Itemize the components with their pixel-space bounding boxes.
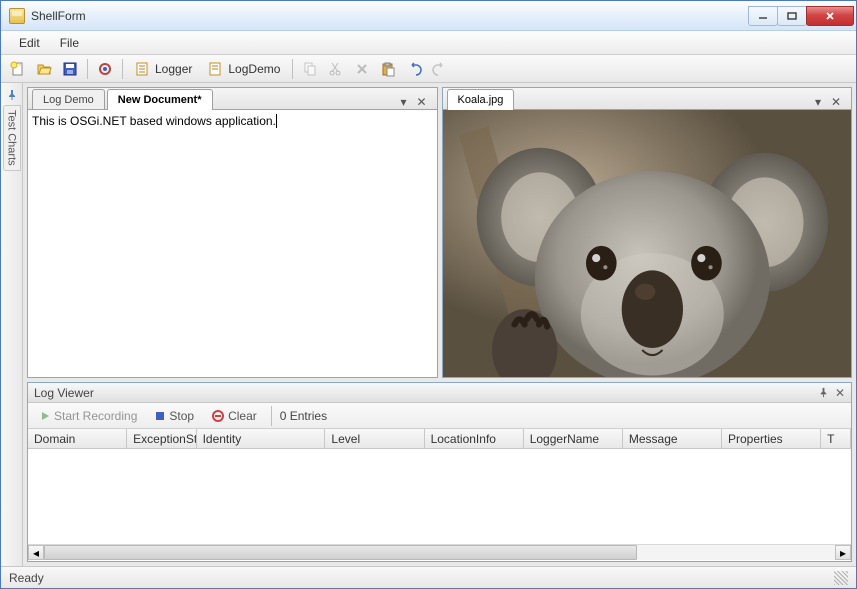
- document-row: Log Demo New Document* ▾ ✕ This is OSGi.…: [23, 83, 856, 382]
- stop-label: Stop: [169, 409, 194, 423]
- separator: [292, 59, 293, 79]
- logdemo-label: LogDemo: [228, 62, 280, 76]
- tab-koala[interactable]: Koala.jpg: [447, 89, 515, 110]
- clear-label: Clear: [228, 409, 257, 423]
- log-toolbar: Start Recording Stop Clear 0 Entries: [28, 403, 851, 429]
- editor-text: This is OSGi.NET based windows applicati…: [32, 114, 276, 128]
- logdemo-button[interactable]: LogDemo: [202, 58, 286, 80]
- test-charts-tab[interactable]: Test Charts: [3, 105, 21, 171]
- left-tab-strip: Log Demo New Document* ▾ ✕: [28, 88, 437, 110]
- log-close-icon[interactable]: ✕: [835, 386, 845, 400]
- tab-close-icon[interactable]: ✕: [415, 95, 429, 109]
- col-domain[interactable]: Domain: [28, 429, 127, 448]
- log-viewer-panel: Log Viewer ✕ Start Recording Stop Clear …: [27, 382, 852, 562]
- separator: [87, 59, 88, 79]
- log-grid[interactable]: Domain ExceptionString Identity Level Lo…: [28, 429, 851, 561]
- close-button[interactable]: [806, 6, 854, 26]
- new-file-button[interactable]: [7, 58, 29, 80]
- separator: [122, 59, 123, 79]
- status-text: Ready: [9, 571, 44, 585]
- logger-button[interactable]: Logger: [129, 58, 198, 80]
- right-document-pane: Koala.jpg ▾ ✕: [442, 87, 853, 378]
- scroll-left-icon[interactable]: ◂: [28, 545, 44, 560]
- tab-dropdown-icon[interactable]: ▾: [397, 95, 411, 109]
- col-level[interactable]: Level: [325, 429, 424, 448]
- pin-icon[interactable]: [6, 89, 18, 101]
- maximize-button[interactable]: [777, 6, 807, 26]
- entries-count: 0 Entries: [280, 409, 327, 423]
- col-t[interactable]: T: [821, 429, 851, 448]
- koala-image: [443, 110, 852, 377]
- log-viewer-title: Log Viewer: [34, 386, 94, 400]
- log-viewer-title-bar: Log Viewer ✕: [28, 383, 851, 403]
- scroll-right-icon[interactable]: ▸: [835, 545, 851, 560]
- menu-bar: Edit File: [1, 31, 856, 55]
- col-exception[interactable]: ExceptionString: [127, 429, 196, 448]
- scroll-thumb[interactable]: [44, 545, 637, 560]
- window-title: ShellForm: [31, 9, 749, 23]
- col-message[interactable]: Message: [623, 429, 722, 448]
- status-bar: Ready: [1, 566, 856, 588]
- copy-button[interactable]: [299, 58, 321, 80]
- body-area: Test Charts Log Demo New Document* ▾ ✕ T…: [1, 83, 856, 566]
- col-location[interactable]: LocationInfo: [425, 429, 524, 448]
- right-tab-strip: Koala.jpg ▾ ✕: [443, 88, 852, 110]
- start-recording-label: Start Recording: [54, 409, 137, 423]
- tab-new-document[interactable]: New Document*: [107, 89, 213, 110]
- undo-button[interactable]: [403, 58, 425, 80]
- title-bar: ShellForm: [1, 1, 856, 31]
- clear-button[interactable]: Clear: [206, 407, 263, 425]
- left-sidebar: Test Charts: [1, 83, 23, 566]
- tab-log-demo[interactable]: Log Demo: [32, 89, 105, 109]
- pin-icon[interactable]: [818, 387, 829, 398]
- text-editor[interactable]: This is OSGi.NET based windows applicati…: [28, 110, 437, 377]
- open-file-button[interactable]: [33, 58, 55, 80]
- main-panes: Log Demo New Document* ▾ ✕ This is OSGi.…: [23, 83, 856, 566]
- minimize-button[interactable]: [748, 6, 778, 26]
- col-identity[interactable]: Identity: [197, 429, 326, 448]
- tab-dropdown-icon[interactable]: ▾: [811, 95, 825, 109]
- start-recording-button[interactable]: Start Recording: [34, 407, 143, 425]
- window-buttons: [749, 6, 854, 26]
- tab-close-icon[interactable]: ✕: [829, 95, 843, 109]
- menu-file[interactable]: File: [50, 33, 89, 53]
- cut-button[interactable]: [325, 58, 347, 80]
- stop-button[interactable]: Stop: [149, 407, 200, 425]
- toolbar: Logger LogDemo: [1, 55, 856, 83]
- logger-label: Logger: [155, 62, 192, 76]
- plugin-button[interactable]: [94, 58, 116, 80]
- delete-button[interactable]: [351, 58, 373, 80]
- menu-edit[interactable]: Edit: [9, 33, 50, 53]
- save-button[interactable]: [59, 58, 81, 80]
- col-logger[interactable]: LoggerName: [524, 429, 623, 448]
- redo-button[interactable]: [429, 58, 451, 80]
- app-icon: [9, 8, 25, 24]
- separator: [271, 406, 272, 426]
- resize-grip-icon[interactable]: [834, 571, 848, 585]
- col-properties[interactable]: Properties: [722, 429, 821, 448]
- left-document-pane: Log Demo New Document* ▾ ✕ This is OSGi.…: [27, 87, 438, 378]
- grid-header: Domain ExceptionString Identity Level Lo…: [28, 429, 851, 449]
- grid-body: [28, 449, 851, 544]
- paste-button[interactable]: [377, 58, 399, 80]
- horizontal-scrollbar[interactable]: ◂ ▸: [28, 544, 851, 560]
- image-viewer[interactable]: [443, 110, 852, 377]
- text-cursor: [276, 114, 277, 128]
